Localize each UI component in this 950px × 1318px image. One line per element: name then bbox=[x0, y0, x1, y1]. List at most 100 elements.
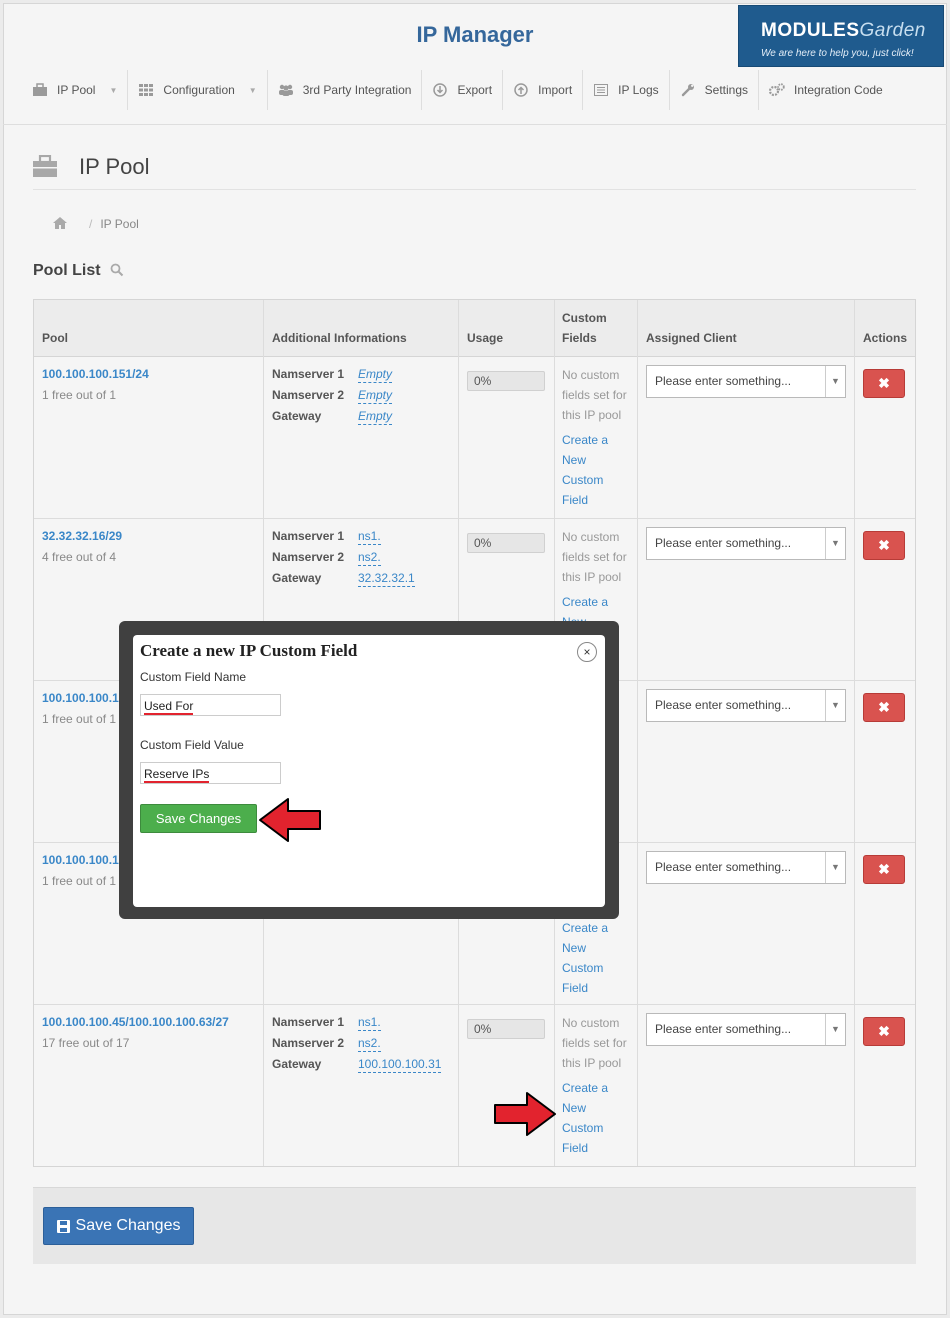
header-pool[interactable]: Pool bbox=[42, 328, 68, 348]
no-custom-fields-text: this IP pool bbox=[562, 408, 622, 422]
assigned-client-select[interactable]: Please enter something... ▼ bbox=[646, 527, 846, 560]
custom-fields: No custom fields set for this IP pool Cr… bbox=[562, 527, 638, 632]
logo-tagline: We are here to help you, just click! bbox=[761, 48, 914, 59]
save-changes-button[interactable]: Save Changes bbox=[43, 1207, 194, 1245]
gateway-value[interactable]: 32.32.32.1 bbox=[358, 571, 415, 587]
title-divider bbox=[33, 189, 916, 190]
additional-info: Namserver 1 Empty Namserver 2 Empty Gatewa… bbox=[272, 367, 393, 430]
pool-free-count: 1 free out of 1 bbox=[42, 388, 117, 402]
nav-item-settings[interactable]: Settings bbox=[670, 70, 759, 110]
ns1-value[interactable]: ns1. bbox=[358, 1015, 381, 1031]
nav-item-ip-logs[interactable]: IP Logs bbox=[583, 70, 670, 110]
briefcase-icon bbox=[32, 83, 48, 97]
chevron-down-icon: ▼ bbox=[248, 85, 257, 95]
table-header: Pool Additional Informations Usage Custo… bbox=[34, 300, 915, 357]
assigned-client-select[interactable]: Please enter something... ▼ bbox=[646, 1013, 846, 1046]
assigned-client-select[interactable]: Please enter something... ▼ bbox=[646, 365, 846, 398]
table-row: 100.100.100.151/24 1 free out of 1 Namse… bbox=[34, 357, 915, 519]
home-icon[interactable] bbox=[53, 216, 67, 232]
nav-item-configuration[interactable]: Configuration ▼ bbox=[128, 70, 268, 110]
assigned-client-select[interactable]: Please enter something... ▼ bbox=[646, 689, 846, 722]
header-custom-fields-line2: Fields bbox=[562, 331, 597, 345]
gateway-label: Gateway bbox=[272, 409, 322, 423]
header-assigned-client: Assigned Client bbox=[646, 331, 737, 345]
ns2-label: Namserver 2 bbox=[272, 1036, 345, 1050]
chevron-down-icon: ▼ bbox=[825, 366, 845, 397]
wrench-icon bbox=[680, 83, 696, 97]
chevron-down-icon: ▼ bbox=[825, 852, 845, 883]
breadcrumb: / IP Pool bbox=[33, 208, 916, 240]
annotation-arrow-right-icon bbox=[494, 1092, 556, 1136]
pool-free-count: 4 free out of 4 bbox=[42, 550, 117, 564]
section-title: Pool List bbox=[33, 262, 101, 279]
breadcrumb-separator: / bbox=[89, 217, 93, 231]
header-additional-info: Additional Informations bbox=[272, 331, 407, 345]
delete-button[interactable]: ✖ bbox=[863, 855, 905, 884]
breadcrumb-current: IP Pool bbox=[100, 217, 139, 231]
custom-field-value-input[interactable]: Reserve IPs bbox=[140, 762, 281, 784]
ns2-label: Namserver 2 bbox=[272, 550, 345, 564]
table-row: 100.100.100.45/100.100.100.63/27 17 free… bbox=[34, 1005, 915, 1167]
upload-icon bbox=[513, 83, 529, 97]
chevron-down-icon: ▼ bbox=[825, 528, 845, 559]
no-custom-fields-text: fields set for bbox=[562, 1036, 627, 1050]
nav-item-integration-code[interactable]: Integration Code bbox=[759, 70, 893, 110]
header-actions: Actions bbox=[863, 331, 908, 345]
pool-link[interactable]: 32.32.32.16/29 bbox=[42, 529, 122, 543]
no-custom-fields-text: fields set for bbox=[562, 550, 627, 564]
gateway-value[interactable]: Empty bbox=[358, 409, 393, 425]
custom-field-value-label: Custom Field Value bbox=[140, 738, 244, 752]
ns1-value[interactable]: Empty bbox=[358, 367, 393, 383]
search-icon[interactable] bbox=[110, 263, 124, 277]
cogs-icon bbox=[769, 83, 785, 97]
delete-button[interactable]: ✖ bbox=[863, 369, 905, 398]
nav-item-export[interactable]: Export bbox=[422, 70, 504, 110]
custom-fields: No custom fields set for this IP pool Cr… bbox=[562, 365, 638, 510]
modulesgarden-logo[interactable]: MODULESGarden We are here to help you, j… bbox=[738, 5, 944, 67]
nav-item-3rd-party-integration[interactable]: 3rd Party Integration bbox=[268, 70, 423, 110]
floppy-disk-icon bbox=[56, 1219, 70, 1233]
close-icon[interactable]: × bbox=[577, 642, 597, 662]
users-icon bbox=[278, 83, 294, 97]
logo-wordmark: MODULESGarden bbox=[761, 20, 926, 41]
gateway-label: Gateway bbox=[272, 1057, 322, 1071]
custom-fields: No custom fields set for this IP pool Cr… bbox=[562, 1013, 638, 1158]
create-custom-field-link[interactable]: Create a New Custom Field bbox=[562, 430, 638, 510]
ns1-value[interactable]: ns1. bbox=[358, 529, 381, 545]
nav-item-ip-pool[interactable]: IP Pool ▼ bbox=[22, 70, 129, 110]
no-custom-fields-text: fields set for bbox=[562, 388, 627, 402]
create-custom-field-modal: Create a new IP Custom Field × Custom Fi… bbox=[133, 635, 605, 907]
grid-icon bbox=[138, 83, 154, 97]
ns1-label: Namserver 1 bbox=[272, 367, 345, 381]
chevron-down-icon: ▼ bbox=[825, 690, 845, 721]
ns2-label: Namserver 2 bbox=[272, 388, 345, 402]
assigned-client-select[interactable]: Please enter something... ▼ bbox=[646, 851, 846, 884]
no-custom-fields-text: No custom bbox=[562, 368, 620, 382]
pool-link[interactable]: 100.100.100.151/24 bbox=[42, 367, 149, 381]
modal-save-changes-button[interactable]: Save Changes bbox=[140, 804, 257, 833]
ns2-value[interactable]: ns2. bbox=[358, 1036, 381, 1052]
create-custom-field-link[interactable]: Create a New Custom Field bbox=[562, 918, 638, 998]
ns2-value[interactable]: ns2. bbox=[358, 550, 381, 566]
delete-button[interactable]: ✖ bbox=[863, 693, 905, 722]
ns1-label: Namserver 1 bbox=[272, 1015, 345, 1029]
download-icon bbox=[432, 83, 448, 97]
chevron-down-icon: ▼ bbox=[109, 85, 118, 95]
custom-field-name-label: Custom Field Name bbox=[140, 670, 247, 684]
ns1-label: Namserver 1 bbox=[272, 529, 345, 543]
delete-button[interactable]: ✖ bbox=[863, 1017, 905, 1046]
create-custom-field-link[interactable]: Create a New Custom Field bbox=[562, 1078, 638, 1158]
header-custom-fields-line1: Custom bbox=[562, 311, 607, 325]
delete-button[interactable]: ✖ bbox=[863, 531, 905, 560]
pool-link[interactable]: 100.100.100.45/100.100.100.63/27 bbox=[42, 1015, 229, 1029]
ns2-value[interactable]: Empty bbox=[358, 388, 393, 404]
header-usage: Usage bbox=[467, 331, 504, 345]
gateway-value[interactable]: 100.100.100.31 bbox=[358, 1057, 442, 1073]
no-custom-fields-text: this IP pool bbox=[562, 570, 622, 584]
usage-bar: 0% bbox=[467, 1019, 545, 1039]
modal-title: Create a new IP Custom Field bbox=[140, 641, 358, 660]
nav-item-import[interactable]: Import bbox=[503, 70, 584, 110]
annotation-arrow-left-icon bbox=[259, 798, 321, 842]
custom-field-name-input[interactable]: Used For bbox=[140, 694, 281, 716]
list-icon bbox=[593, 83, 609, 97]
